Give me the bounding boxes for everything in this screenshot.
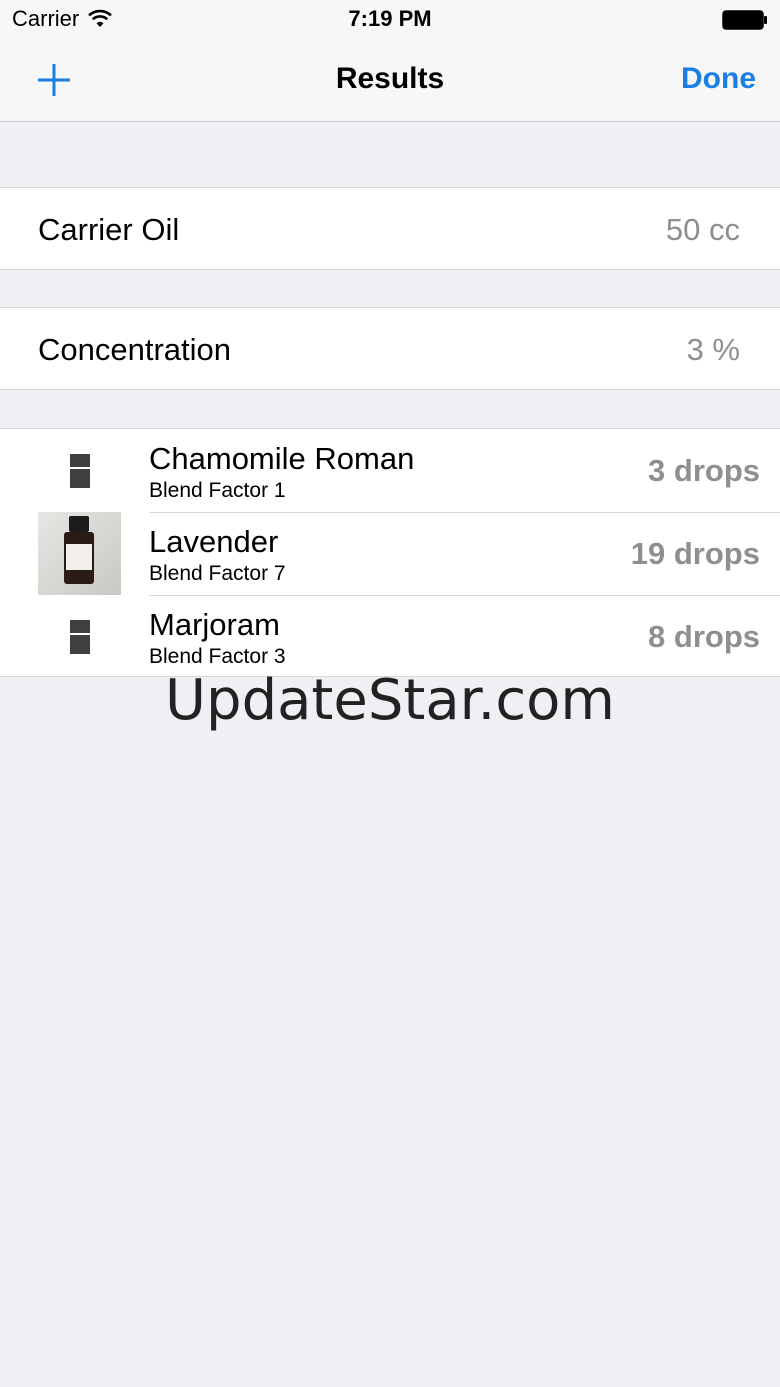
oil-drops: 8 drops [648,619,760,654]
row-divider [149,595,780,596]
status-bar: Carrier 7:19 PM [0,0,780,40]
carrier-oil-value: 50 cc [665,212,740,247]
oil-drops: 19 drops [630,536,760,571]
oil-row-marjoram[interactable]: Marjoram Blend Factor 3 8 drops [0,595,780,678]
oil-blend-factor: Blend Factor 1 [149,479,286,502]
oil-drops: 3 drops [648,453,760,488]
battery-icon [722,10,767,30]
concentration-value: 3 % [686,332,740,367]
navigation-bar: Results Done [0,40,780,122]
row-divider [149,512,780,513]
oil-row-chamomile-roman[interactable]: Chamomile Roman Blend Factor 1 3 drops [0,429,780,512]
bottle-photo [38,512,121,595]
watermark: UpdateStar.com [165,668,615,733]
status-time: 7:19 PM [348,6,432,31]
oil-blend-factor: Blend Factor 7 [149,562,286,585]
carrier-oil-cell[interactable]: Carrier Oil 50 cc [0,187,780,270]
bottle-placeholder-icon [38,429,121,512]
carrier-oil-label: Carrier Oil [38,212,180,247]
done-button[interactable]: Done [681,62,756,96]
oil-name: Marjoram [149,607,280,642]
bottle-placeholder-icon [38,595,121,678]
oil-row-lavender[interactable]: Lavender Blend Factor 7 19 drops [0,512,780,595]
oil-name: Lavender [149,524,279,559]
concentration-label: Concentration [38,332,232,367]
oil-name: Chamomile Roman [149,441,415,476]
concentration-cell[interactable]: Concentration 3 % [0,307,780,390]
page-title: Results [335,62,445,95]
oils-list: Chamomile Roman Blend Factor 1 3 drops L… [0,428,780,677]
oil-blend-factor: Blend Factor 3 [149,645,286,668]
